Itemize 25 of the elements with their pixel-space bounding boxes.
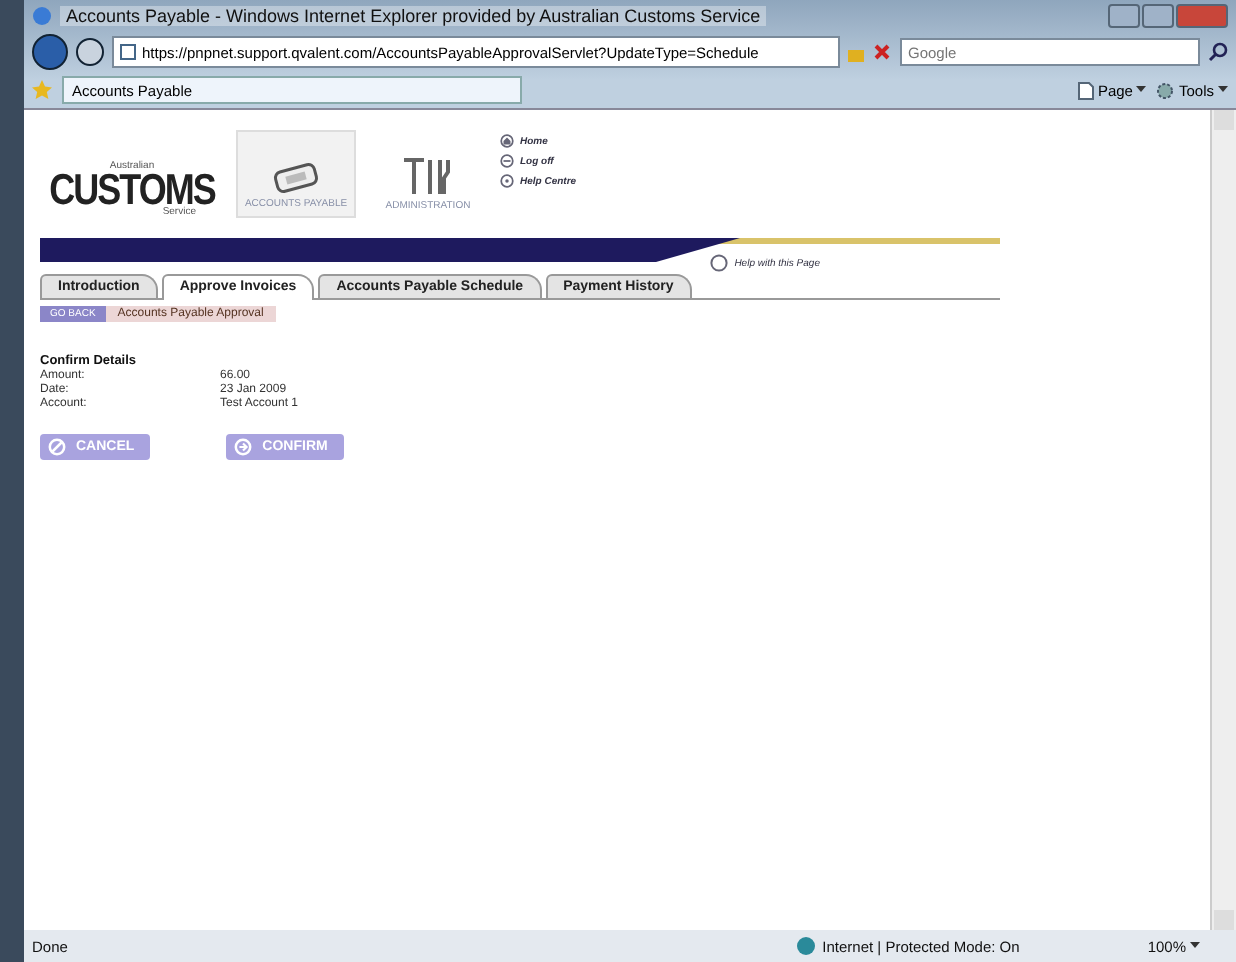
page-icon <box>120 44 136 60</box>
scrollbar[interactable] <box>1210 110 1236 930</box>
logoff-icon <box>500 154 514 168</box>
back-nav-button[interactable] <box>32 34 68 70</box>
globe-icon <box>796 936 817 956</box>
page-icon <box>1077 81 1094 99</box>
card-icon <box>270 162 322 194</box>
close-icon[interactable] <box>872 42 892 62</box>
caret-icon <box>1136 86 1147 94</box>
search-icon[interactable] <box>1208 42 1228 62</box>
caret-icon <box>1190 942 1200 950</box>
maximize-button[interactable] <box>1142 4 1174 28</box>
arrow-circle-icon <box>234 438 253 456</box>
help-icon <box>710 254 729 272</box>
forward-nav-button[interactable] <box>76 38 104 66</box>
browser-logo-icon <box>32 6 52 26</box>
help-icon <box>500 174 514 188</box>
cancel-icon <box>48 438 66 456</box>
minimize-button[interactable] <box>1108 4 1140 28</box>
star-icon[interactable] <box>32 80 52 100</box>
window-title: Accounts Payable - Windows Internet Explorer provided by Australian Customs Service <box>60 6 767 26</box>
home-icon <box>500 134 514 148</box>
caret-icon <box>1218 86 1228 94</box>
gear-icon <box>1156 81 1175 99</box>
tools-icon <box>400 156 456 196</box>
